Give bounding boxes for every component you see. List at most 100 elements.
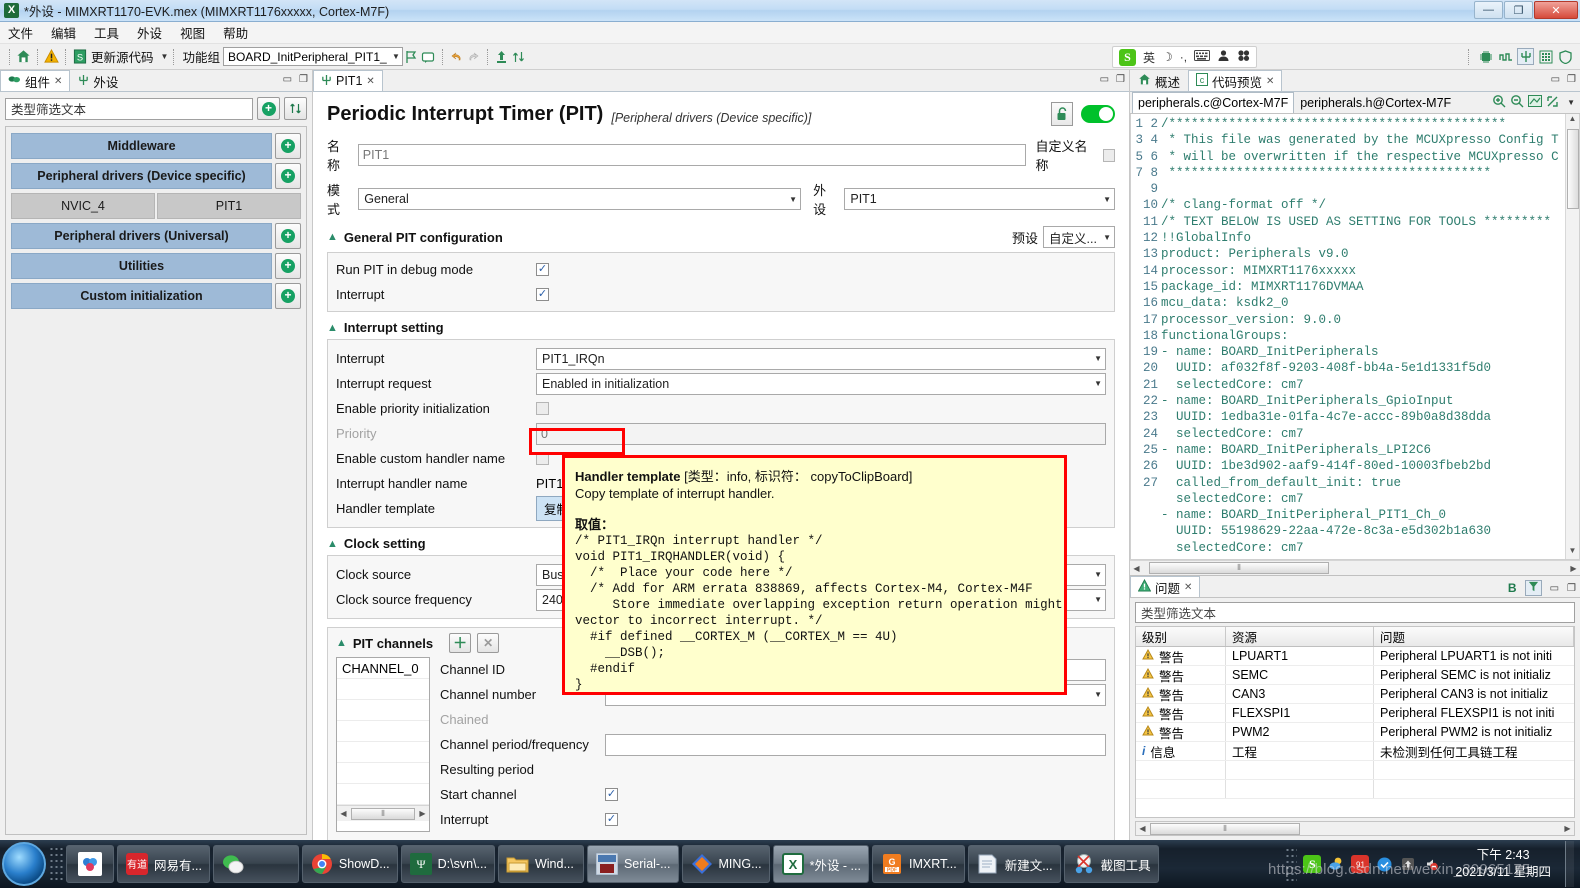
add-component-button[interactable]: + <box>257 97 280 120</box>
close-icon[interactable]: ✕ <box>54 76 62 87</box>
interrupt-request-select[interactable]: Enabled in initialization ▼ <box>536 372 1106 395</box>
diff-icon[interactable] <box>1528 95 1543 110</box>
taskbar-item[interactable]: X *外设 - ... <box>772 845 869 883</box>
column-header-problem[interactable]: 问题 <box>1374 627 1574 646</box>
update-source-label[interactable]: 更新源代码 <box>91 47 154 66</box>
code-tab-peripherals-c[interactable]: peripherals.c@Cortex-M7F <box>1132 92 1295 113</box>
mute-icon[interactable] <box>1423 855 1441 873</box>
remove-channel-button[interactable]: ✕ <box>477 633 500 653</box>
taskbar-item[interactable]: ShowD... <box>301 845 398 883</box>
compare-icon[interactable] <box>1546 95 1559 111</box>
channel-interrupt-checkbox[interactable]: ✓ <box>605 813 618 826</box>
table-row[interactable]: 警告 FLEXSPI1 Peripheral FLEXSPI1 is not ini… <box>1136 704 1574 723</box>
taskbar-item[interactable]: Serial-... <box>586 845 679 883</box>
taskbar-item[interactable]: 截图工具 <box>1063 845 1159 883</box>
taskbar-item[interactable]: 有道 网易有... <box>117 845 210 883</box>
unlock-icon[interactable] <box>1051 102 1073 126</box>
add-to-group-button[interactable]: + <box>275 253 301 279</box>
peripherals-icon[interactable] <box>1517 48 1534 65</box>
peripheral-select[interactable]: PIT1 ▼ <box>844 188 1115 210</box>
maximize-icon[interactable]: ❐ <box>1116 74 1125 85</box>
component-group-custom-initialization[interactable]: Custom initialization + <box>11 283 301 309</box>
add-channel-button[interactable]: ＋ <box>449 633 472 653</box>
table-row[interactable]: 警告 PWM2 Peripheral PWM2 is not initializ <box>1136 723 1574 742</box>
code-text[interactable]: /***************************************… <box>1161 114 1565 559</box>
components-filter-input[interactable]: 类型筛选文本 <box>5 97 253 120</box>
weather-icon[interactable] <box>1327 855 1345 873</box>
moon-icon[interactable]: ☽ <box>1162 50 1173 64</box>
add-to-group-button[interactable]: + <box>275 283 301 309</box>
close-icon[interactable]: ✕ <box>366 76 374 87</box>
taskbar-item[interactable]: 新建文... <box>967 845 1061 883</box>
component-group-peripheral-drivers-universal[interactable]: Peripheral drivers (Universal) + <box>11 223 301 249</box>
warning-icon[interactable] <box>43 48 60 65</box>
component-group-middleware[interactable]: Middleware + <box>11 133 301 159</box>
taskbar-clock[interactable]: 下午 2:43 2021/3/11 星期四 <box>1447 847 1559 881</box>
interrupt-enable-checkbox[interactable]: ✓ <box>536 288 549 301</box>
maximize-button[interactable]: ❐ <box>1504 1 1533 19</box>
flag-icon[interactable] <box>403 48 420 65</box>
problems-filter-input[interactable]: 类型筛选文本 <box>1135 602 1575 623</box>
menu-item-help[interactable]: 帮助 <box>223 23 248 42</box>
chevron-down-icon[interactable]: ▼ <box>161 52 169 61</box>
scroll-right-icon[interactable]: ▶ <box>1567 564 1580 573</box>
minimize-icon[interactable]: ▭ <box>1551 74 1560 85</box>
undo-icon[interactable] <box>448 48 465 65</box>
channel-list-hscrollbar[interactable]: ◀ ⦀ ▶ <box>337 805 429 821</box>
sidebar-tab-components[interactable]: 组件 ✕ <box>0 70 71 91</box>
problems-hscrollbar[interactable]: ◀ ⦀ ▶ <box>1135 821 1575 836</box>
menu-item-file[interactable]: 文件 <box>8 23 33 42</box>
sidebar-tab-peripherals[interactable]: 外设 <box>70 70 126 91</box>
scroll-right-icon[interactable]: ▶ <box>1561 824 1574 833</box>
interrupt-select[interactable]: PIT1_IRQn ▼ <box>536 347 1106 370</box>
run-debug-checkbox[interactable]: ✓ <box>536 263 549 276</box>
taskbar-pinned-cloud[interactable] <box>66 845 114 883</box>
update-icon[interactable] <box>1399 855 1417 873</box>
name-input[interactable]: PIT1 <box>357 144 1026 166</box>
column-header-resource[interactable]: 资源 <box>1226 627 1374 646</box>
user-icon[interactable] <box>1217 49 1230 65</box>
apps-icon[interactable] <box>1237 49 1250 65</box>
minimize-icon[interactable]: ▭ <box>283 74 292 85</box>
taskbar-item[interactable]: MING... <box>681 845 770 883</box>
scroll-right-icon[interactable]: ▶ <box>416 809 429 818</box>
start-channel-checkbox[interactable]: ✓ <box>605 788 618 801</box>
priority-init-checkbox[interactable] <box>536 402 549 415</box>
editor-tab-pit1[interactable]: PIT1 ✕ <box>313 70 383 91</box>
taskbar-item[interactable]: G PDF IMXRT... <box>871 845 965 883</box>
clocks-icon[interactable] <box>1537 48 1554 65</box>
menu-item-peripherals[interactable]: 外设 <box>137 23 162 42</box>
minimize-icon[interactable]: ▭ <box>1100 74 1109 85</box>
scroll-up-icon[interactable]: ▲ <box>1569 114 1577 127</box>
custom-name-checkbox[interactable] <box>1102 148 1115 162</box>
general-config-header[interactable]: ▲ General PIT configuration 预设 自定义... ▼ <box>327 226 1115 248</box>
scroll-thumb[interactable] <box>1566 129 1579 209</box>
note-icon[interactable] <box>420 48 437 65</box>
add-to-group-button[interactable]: + <box>275 223 301 249</box>
close-button[interactable]: ✕ <box>1534 1 1578 19</box>
filter-icon[interactable] <box>1524 580 1542 596</box>
code-editor[interactable]: 1 2 3 4 5 6 7 8 9 10 11 12 13 14 15 16 1… <box>1130 114 1580 560</box>
security-icon[interactable] <box>1557 48 1574 65</box>
interrupt-setting-header[interactable]: ▲ Interrupt setting <box>327 320 1115 335</box>
windows-orb-icon[interactable] <box>2 842 46 886</box>
taskbar-item[interactable]: Wind... <box>497 845 584 883</box>
menu-item-view[interactable]: 视图 <box>180 23 205 42</box>
chevron-down-icon[interactable]: ▼ <box>1567 98 1575 107</box>
maximize-icon[interactable]: ❐ <box>1567 74 1576 85</box>
zoom-out-icon[interactable] <box>1510 94 1524 111</box>
channel-list[interactable]: CHANNEL_0 ◀ ⦀ ▶ <box>336 657 430 832</box>
component-item-nvic4[interactable]: NVIC_4 <box>11 193 155 219</box>
table-row[interactable]: 警告 CAN3 Peripheral CAN3 is not initializ <box>1136 685 1574 704</box>
minimize-button[interactable]: — <box>1474 1 1503 19</box>
chip-icon[interactable] <box>1477 48 1494 65</box>
code-vscrollbar[interactable]: ▲ ▼ <box>1565 114 1579 559</box>
sort-icon[interactable] <box>510 48 527 65</box>
table-row[interactable]: 警告 LPUART1 Peripheral LPUART1 is not initi <box>1136 647 1574 666</box>
component-item-pit1[interactable]: PIT1 <box>157 193 301 219</box>
red-icon[interactable]: 91 <box>1351 855 1370 873</box>
shield-icon[interactable] <box>1375 855 1393 873</box>
scroll-thumb[interactable]: ⦀ <box>1149 562 1329 574</box>
taskbar-grip[interactable] <box>49 846 63 882</box>
export-icon[interactable] <box>493 48 510 65</box>
